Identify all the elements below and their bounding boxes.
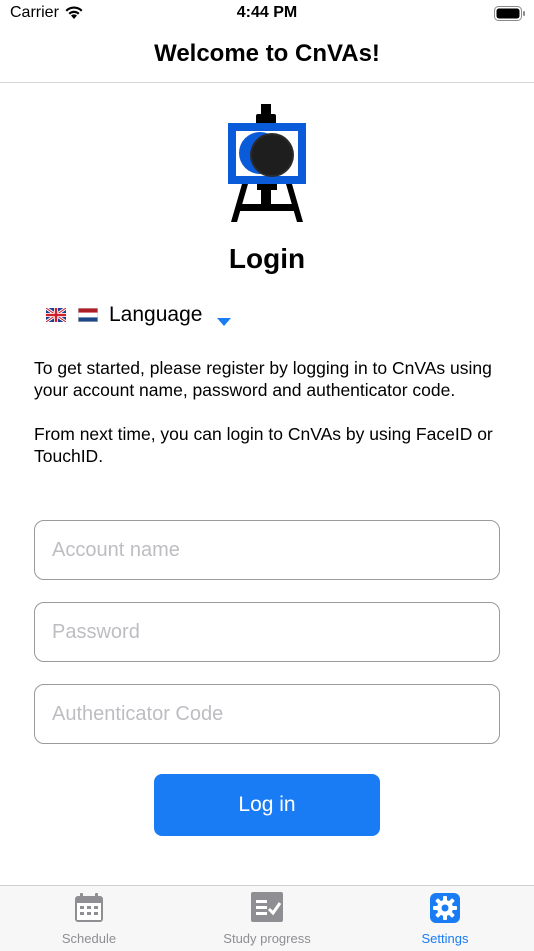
tab-bar: Schedule Study progress Settings: [0, 885, 534, 951]
intro-paragraph: From next time, you can login to CnVAs b…: [34, 424, 493, 466]
tab-label: Schedule: [61, 931, 117, 946]
language-label: Language: [109, 303, 203, 326]
authenticator-code-input[interactable]: [34, 684, 500, 744]
tab-study-progress[interactable]: Study progress: [178, 886, 356, 951]
account-name-input[interactable]: [34, 520, 500, 580]
checklist-icon: [251, 892, 283, 922]
netherlands-flag-icon: [78, 308, 98, 322]
status-bar: Carrier 4:44 PM: [0, 0, 534, 28]
tab-schedule[interactable]: Schedule: [0, 886, 178, 951]
login-button[interactable]: Log in: [154, 774, 380, 836]
password-input[interactable]: [34, 602, 500, 662]
intro-paragraph: To get started, please register by loggi…: [34, 358, 492, 400]
navigation-bar: Welcome to CnVAs!: [0, 28, 534, 83]
app-logo-icon: [228, 104, 306, 222]
dropdown-triangle-icon[interactable]: [216, 317, 232, 327]
tab-settings[interactable]: Settings: [356, 886, 534, 951]
calendar-icon: [75, 893, 103, 922]
tab-label: Study progress: [223, 931, 311, 946]
tab-label: Settings: [421, 931, 469, 946]
uk-flag-icon: [46, 308, 66, 322]
gear-icon: [430, 893, 460, 923]
intro-text: To get started, please register by loggi…: [34, 357, 504, 489]
battery-icon: [494, 6, 525, 21]
login-heading: Login: [228, 243, 306, 274]
page-title: Welcome to CnVAs!: [154, 40, 380, 67]
clock: 4:44 PM: [236, 4, 298, 21]
